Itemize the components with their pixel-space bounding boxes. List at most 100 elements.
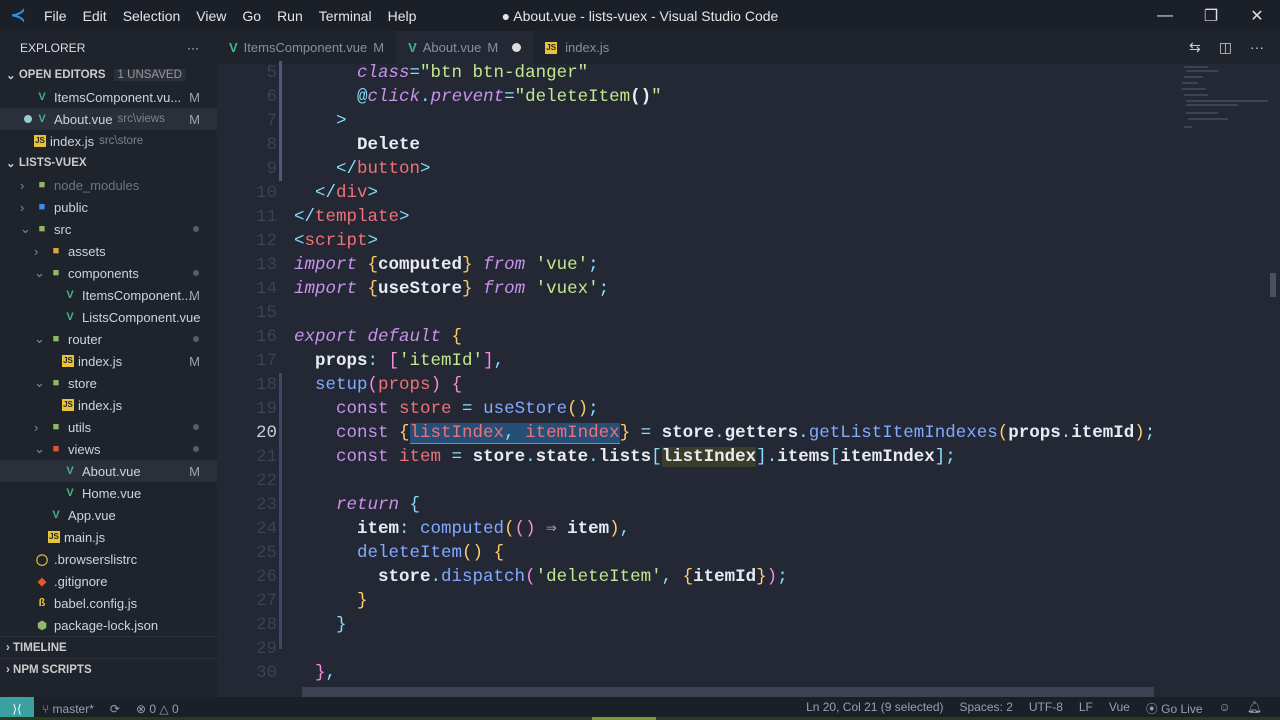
vue-file-icon: V — [66, 311, 74, 323]
tab-index-js[interactable]: JS index.js — [533, 31, 621, 64]
close-button[interactable]: ✕ — [1234, 0, 1280, 31]
code-token: computed — [420, 519, 505, 539]
menu-help[interactable]: Help — [380, 8, 425, 24]
menu-terminal[interactable]: Terminal — [311, 8, 380, 24]
horizontal-scrollbar[interactable] — [302, 687, 1154, 697]
folder-icon: ■ — [52, 421, 60, 433]
code-line[interactable]: @click.prevent="deleteItem()" — [294, 85, 662, 109]
code-line[interactable]: store.dispatch('deleteItem', {itemId}); — [294, 565, 788, 589]
open-editor-item[interactable]: V About.vue src\views M — [0, 108, 217, 130]
sync-icon[interactable]: ⟳ — [110, 702, 120, 716]
code-line[interactable]: > — [294, 109, 347, 133]
vertical-scrollbar[interactable] — [1266, 61, 1280, 697]
menu-view[interactable]: View — [188, 8, 234, 24]
code-line[interactable]: class="btn btn-danger" — [294, 61, 588, 85]
minimap[interactable] — [1178, 65, 1268, 135]
code-line[interactable]: Delete — [294, 133, 420, 157]
code-token: = — [451, 447, 473, 467]
code-token: ; — [588, 255, 599, 275]
language-mode[interactable]: Vue — [1109, 700, 1130, 717]
problems-indicator[interactable]: ⊗ 0 △ 0 — [136, 702, 179, 716]
cursor-position[interactable]: Ln 20, Col 21 (9 selected) — [806, 700, 943, 717]
js-file-icon: JS — [62, 399, 74, 411]
code-token: () — [462, 543, 494, 563]
code-line[interactable]: } — [294, 589, 368, 613]
menu-edit[interactable]: Edit — [75, 8, 115, 24]
tree-item[interactable]: JS index.js — [0, 394, 217, 416]
tree-item[interactable]: V Home.vue — [0, 482, 217, 504]
encoding[interactable]: UTF-8 — [1029, 700, 1063, 717]
notifications-icon[interactable]: 🔔︎ — [1247, 700, 1262, 717]
tree-item[interactable]: V ItemsComponent.... M — [0, 284, 217, 306]
tree-item[interactable]: › ■ utils — [0, 416, 217, 438]
code-token: </ — [294, 207, 316, 227]
menu-file[interactable]: File — [36, 8, 75, 24]
code-line[interactable]: import {useStore} from 'vuex'; — [294, 277, 609, 301]
code-line[interactable]: }, — [294, 661, 336, 685]
tree-item[interactable]: ⬢ package-lock.json — [0, 614, 217, 636]
tree-item[interactable]: ß babel.config.js — [0, 592, 217, 614]
code-token: = — [462, 399, 484, 419]
tree-item[interactable]: › ■ assets — [0, 240, 217, 262]
tree-item[interactable]: ⌄ ■ components — [0, 262, 217, 284]
indentation[interactable]: Spaces: 2 — [960, 700, 1013, 717]
branch-indicator[interactable]: ⑂ master* — [42, 702, 94, 716]
timeline-section[interactable]: › TIMELINE — [0, 636, 217, 658]
code-line[interactable]: } — [294, 613, 347, 637]
more-actions-button[interactable]: ··· — [187, 41, 199, 55]
compare-changes-icon[interactable]: ⇆ — [1189, 39, 1201, 56]
code-line[interactable]: </button> — [294, 157, 431, 181]
split-editor-icon[interactable]: ◫ — [1219, 39, 1232, 56]
tree-item[interactable]: V About.vue M — [0, 460, 217, 482]
tree-item[interactable]: V App.vue — [0, 504, 217, 526]
tree-item[interactable]: ⌄ ■ src — [0, 218, 217, 240]
restore-button[interactable]: ❐ — [1188, 0, 1234, 31]
open-editors-section[interactable]: ⌄ OPEN EDITORS 1 UNSAVED — [0, 64, 217, 86]
tree-item[interactable]: ◯ .browserslistrc — [0, 548, 217, 570]
code-line[interactable]: item: computed(() ⇒ item), — [294, 517, 630, 541]
code-token: ) — [1134, 423, 1145, 443]
tab-itemscomponent-vue[interactable]: V ItemsComponent.vue M — [217, 31, 396, 64]
feedback-icon[interactable]: ☺ — [1219, 700, 1231, 717]
code-line[interactable]: </template> — [294, 205, 410, 229]
code-line[interactable]: const store = useStore(); — [294, 397, 599, 421]
tree-item[interactable]: ◆ .gitignore — [0, 570, 217, 592]
code-line[interactable]: setup(props) { — [294, 373, 462, 397]
code-line[interactable]: deleteItem() { — [294, 541, 504, 565]
tree-item[interactable]: JS main.js — [0, 526, 217, 548]
unsaved-dot-icon[interactable] — [512, 43, 522, 52]
code-line[interactable]: </div> — [294, 181, 378, 205]
code-token: getters — [724, 423, 799, 443]
tree-item[interactable]: › ■ node_modules — [0, 174, 217, 196]
tree-item[interactable]: › ■ public — [0, 196, 217, 218]
menu-go[interactable]: Go — [234, 8, 269, 24]
tree-item[interactable]: ⌄ ■ store — [0, 372, 217, 394]
go-live-button[interactable]: ⦿ Go Live — [1146, 700, 1203, 717]
tree-item[interactable]: ⌄ ■ router — [0, 328, 217, 350]
npm-file-icon: ⬢ — [37, 619, 47, 632]
open-editor-item[interactable]: JS index.js src\store — [0, 130, 217, 152]
code-line[interactable]: const {listIndex, itemIndex} = store.get… — [294, 421, 1155, 445]
code-token: } — [619, 423, 641, 443]
more-actions-icon[interactable]: ··· — [1250, 39, 1264, 56]
minimize-button[interactable]: — — [1142, 0, 1188, 31]
code-line[interactable]: props: ['itemId'], — [294, 349, 504, 373]
code-line[interactable]: const item = store.state.lists[listIndex… — [294, 445, 956, 469]
project-section[interactable]: ⌄ LISTS-VUEX — [0, 152, 217, 174]
tree-item[interactable]: V ListsComponent.vue — [0, 306, 217, 328]
tab-about-vue[interactable]: V About.vue M — [396, 31, 534, 64]
open-editor-item[interactable]: V ItemsComponent.vu... M — [0, 86, 217, 108]
code-line[interactable]: export default { — [294, 325, 462, 349]
code-line[interactable]: import {computed} from 'vue'; — [294, 253, 599, 277]
menu-selection[interactable]: Selection — [115, 8, 189, 24]
code-editor[interactable]: 5 class="btn btn-danger" 6 @click.prevent… — [217, 61, 1280, 697]
code-line[interactable]: return { — [294, 493, 420, 517]
tree-item[interactable]: ⌄ ■ views — [0, 438, 217, 460]
end-of-line[interactable]: LF — [1079, 700, 1093, 717]
tree-item[interactable]: JS index.js M — [0, 350, 217, 372]
file-name: Home.vue — [82, 485, 142, 501]
code-line[interactable]: <script> — [294, 229, 378, 253]
menu-run[interactable]: Run — [269, 8, 311, 24]
npm-scripts-section[interactable]: › NPM SCRIPTS — [0, 658, 217, 680]
